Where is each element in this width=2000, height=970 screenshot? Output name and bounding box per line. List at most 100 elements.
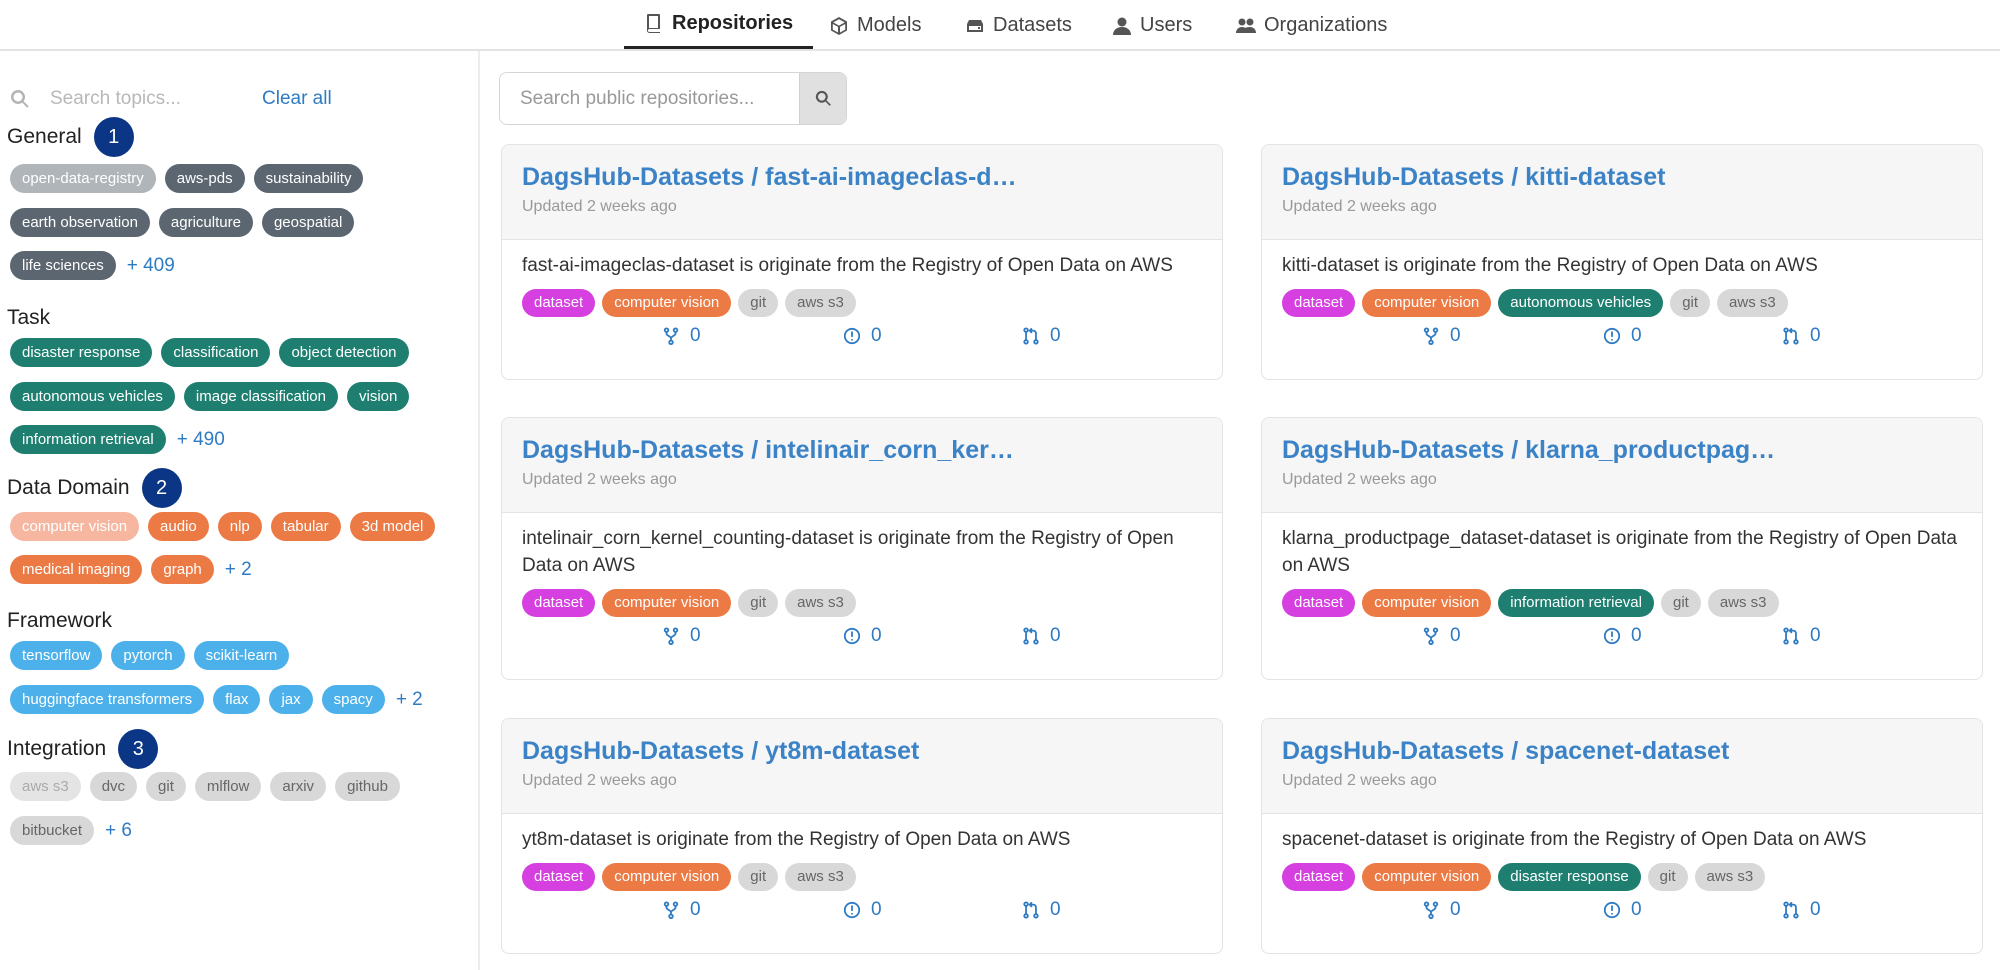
repo-tag[interactable]: aws s3	[1694, 863, 1766, 891]
repo-tag[interactable]: autonomous vehicles	[1498, 289, 1664, 317]
topic-chip[interactable]: tabular	[270, 512, 341, 541]
forks-stat[interactable]: 0	[1422, 325, 1461, 347]
repo-tag[interactable]: git	[738, 589, 779, 617]
topic-chip[interactable]: dvc	[89, 772, 138, 801]
pulls-stat[interactable]: 0	[1022, 325, 1061, 347]
topic-chip[interactable]: aws s3	[10, 772, 81, 801]
pulls-stat[interactable]: 0	[1022, 899, 1061, 921]
repo-tag[interactable]: git	[1647, 863, 1688, 891]
repo-tag[interactable]: computer vision	[602, 589, 732, 617]
topic-chip[interactable]: spacy	[321, 685, 385, 714]
topic-chip[interactable]: git	[146, 772, 186, 801]
repo-title-link[interactable]: DagsHub-Datasets / spacenet-dataset	[1282, 737, 1962, 766]
repo-tag[interactable]: computer vision	[1362, 863, 1492, 891]
topic-chip[interactable]: life sciences	[10, 251, 116, 280]
repo-tag[interactable]: git	[738, 289, 779, 317]
pulls-stat[interactable]: 0	[1782, 625, 1821, 647]
forks-stat[interactable]: 0	[1422, 625, 1461, 647]
issues-stat[interactable]: 0	[843, 899, 882, 921]
repo-tag[interactable]: git	[1660, 589, 1701, 617]
repo-tag[interactable]: aws s3	[1707, 589, 1779, 617]
forks-stat[interactable]: 0	[662, 899, 701, 921]
topic-chip[interactable]: aws-pds	[164, 164, 245, 193]
issues-stat[interactable]: 0	[1603, 899, 1642, 921]
repo-tag[interactable]: aws s3	[785, 589, 856, 617]
topic-chip[interactable]: huggingface transformers	[10, 685, 205, 714]
repo-tag[interactable]: dataset	[1282, 863, 1356, 891]
topic-chip[interactable]: 3d model	[349, 512, 436, 541]
more-topics-link[interactable]: + 2	[225, 559, 252, 581]
repo-title-link[interactable]: DagsHub-Datasets / klarna_productpag…	[1282, 436, 1962, 465]
topic-chip[interactable]: arxiv	[270, 772, 327, 801]
topic-chip[interactable]: github	[335, 772, 400, 801]
repo-tag[interactable]: information retrieval	[1498, 589, 1654, 617]
forks-stat[interactable]: 0	[1422, 899, 1461, 921]
topic-chip[interactable]: earth observation	[10, 208, 150, 237]
repo-tag[interactable]: disaster response	[1498, 863, 1641, 891]
tab-models[interactable]: Models	[829, 0, 921, 51]
repo-tag[interactable]: aws s3	[785, 289, 856, 317]
topic-search-input[interactable]	[48, 87, 252, 111]
pulls-stat[interactable]: 0	[1782, 325, 1821, 347]
repo-tag[interactable]: aws s3	[1717, 289, 1788, 317]
topic-chip[interactable]: scikit-learn	[193, 641, 290, 670]
issues-stat[interactable]: 0	[843, 325, 882, 347]
issues-stat[interactable]: 0	[1603, 325, 1642, 347]
topic-chip[interactable]: sustainability	[253, 164, 364, 193]
repo-tag[interactable]: dataset	[1282, 589, 1356, 617]
tab-datasets[interactable]: Datasets	[965, 0, 1072, 51]
search-button[interactable]	[799, 73, 846, 124]
topic-chip[interactable]: disaster response	[10, 338, 153, 367]
topic-chip[interactable]: vision	[346, 382, 410, 411]
repo-tag[interactable]: dataset	[522, 863, 596, 891]
topic-chip[interactable]: tensorflow	[10, 641, 103, 670]
more-topics-link[interactable]: + 409	[127, 255, 175, 277]
repo-tag[interactable]: aws s3	[785, 863, 856, 891]
repo-tag[interactable]: git	[1670, 289, 1711, 317]
repo-search-input[interactable]	[500, 73, 799, 124]
forks-stat[interactable]: 0	[662, 325, 701, 347]
repo-tag[interactable]: computer vision	[1362, 589, 1492, 617]
topic-chip[interactable]: nlp	[217, 512, 262, 541]
topic-chip[interactable]: audio	[148, 512, 209, 541]
topic-chip[interactable]: pytorch	[111, 641, 185, 670]
topic-chip[interactable]: image classification	[183, 382, 338, 411]
more-topics-link[interactable]: + 6	[105, 820, 132, 842]
more-topics-link[interactable]: + 2	[396, 689, 423, 711]
repo-title-link[interactable]: DagsHub-Datasets / yt8m-dataset	[522, 737, 1202, 766]
pulls-stat[interactable]: 0	[1782, 899, 1821, 921]
clear-all-link[interactable]: Clear all	[262, 88, 332, 110]
repo-tag[interactable]: dataset	[1282, 289, 1356, 317]
repo-tag[interactable]: computer vision	[602, 289, 732, 317]
topic-chip[interactable]: mlflow	[194, 772, 262, 801]
topic-chip[interactable]: geospatial	[261, 208, 355, 237]
repo-title-link[interactable]: DagsHub-Datasets / kitti-dataset	[1282, 163, 1962, 192]
repo-tag[interactable]: computer vision	[1362, 289, 1492, 317]
topic-chip[interactable]: graph	[151, 555, 214, 584]
repo-title-link[interactable]: DagsHub-Datasets / intelinair_corn_ker…	[522, 436, 1202, 465]
repo-title-link[interactable]: DagsHub-Datasets / fast-ai-imageclas-d…	[522, 163, 1202, 192]
repo-tag[interactable]: dataset	[522, 589, 596, 617]
topic-chip[interactable]: information retrieval	[10, 425, 166, 454]
issues-stat[interactable]: 0	[1603, 625, 1642, 647]
pulls-stat[interactable]: 0	[1022, 625, 1061, 647]
tab-users[interactable]: Users	[1112, 0, 1192, 51]
topic-chip[interactable]: flax	[213, 685, 261, 714]
topic-chip[interactable]: jax	[269, 685, 313, 714]
more-topics-link[interactable]: + 490	[177, 429, 225, 451]
repo-tag[interactable]: computer vision	[602, 863, 732, 891]
tab-organizations[interactable]: Organizations	[1236, 0, 1387, 51]
topic-chip[interactable]: autonomous vehicles	[10, 382, 175, 411]
repo-tag[interactable]: git	[738, 863, 779, 891]
issues-stat[interactable]: 0	[843, 625, 882, 647]
topic-chip[interactable]: agriculture	[158, 208, 253, 237]
topic-chip[interactable]: object detection	[279, 338, 409, 367]
topic-chip[interactable]: classification	[161, 338, 271, 367]
topic-chip[interactable]: bitbucket	[10, 816, 95, 845]
topic-chip[interactable]: computer vision	[10, 512, 140, 541]
topic-chip[interactable]: open-data-registry	[10, 164, 156, 193]
repo-tag[interactable]: dataset	[522, 289, 596, 317]
forks-stat[interactable]: 0	[662, 625, 701, 647]
tab-repositories[interactable]: Repositories	[624, 0, 814, 49]
topic-chip[interactable]: medical imaging	[10, 555, 143, 584]
